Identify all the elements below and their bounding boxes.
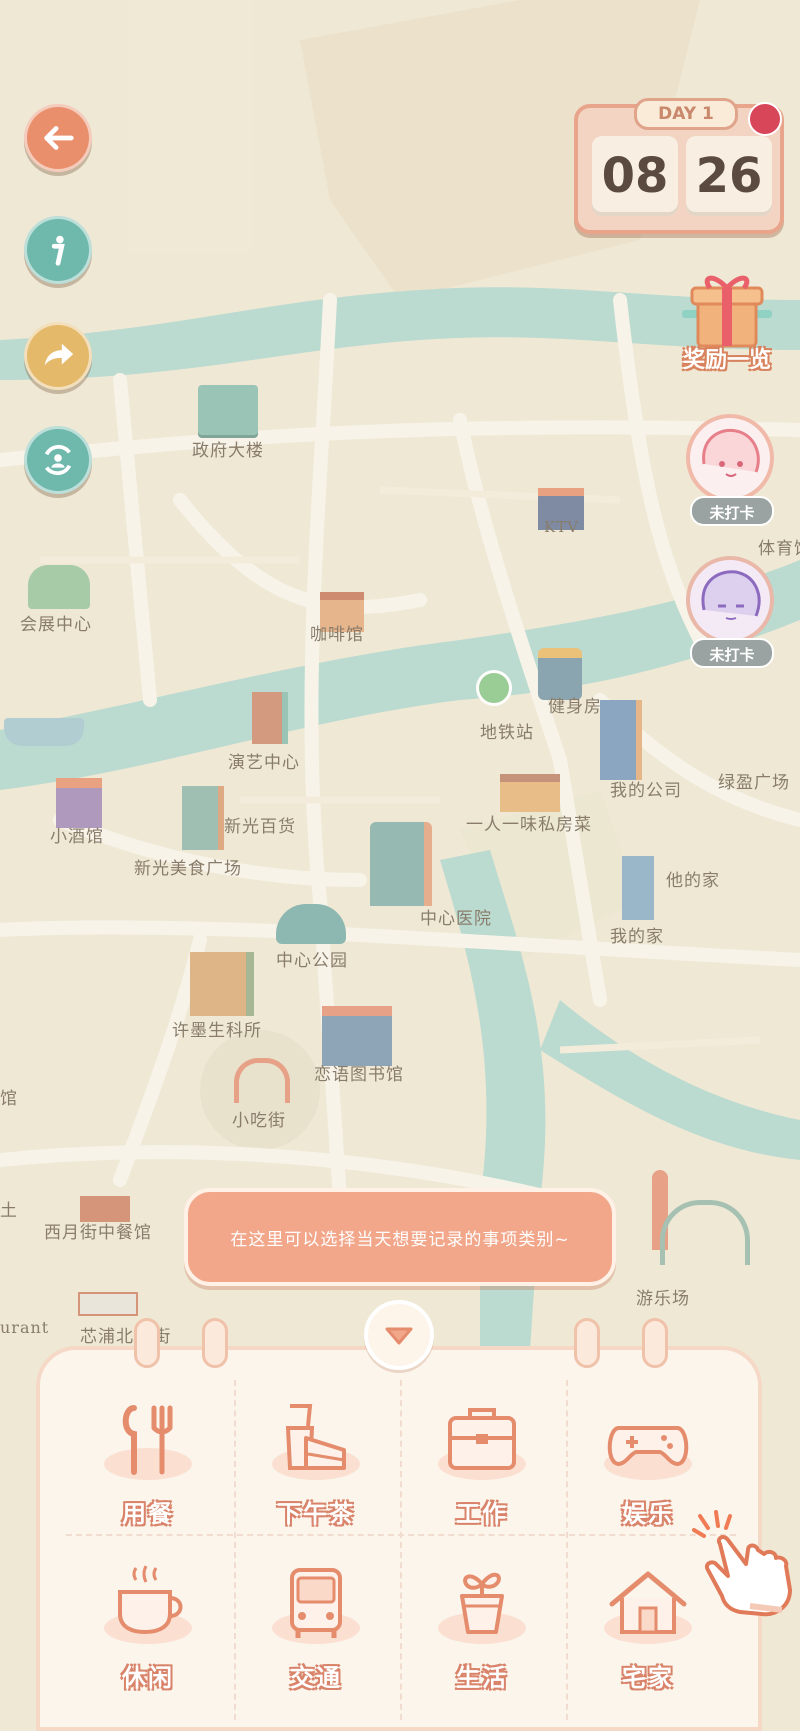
checkin-status: 未打卡 [690,496,774,526]
category-life[interactable]: 生活 [402,1548,562,1708]
category-hint-bubble: 在这里可以选择当天想要记录的事项类别~ [184,1188,616,1286]
arrow-left-icon [44,126,74,150]
category-label: 生活 [456,1664,508,1692]
info-button[interactable] [24,216,92,284]
reward-overview-button[interactable]: 奖励一览 [662,270,792,380]
house-icon [604,1571,692,1644]
potted-plant-icon [438,1572,526,1644]
coffee-cup-icon [104,1565,192,1644]
info-icon [51,235,65,266]
share-arrow-icon [44,343,74,366]
day-clock: DAY 1 08 26 [574,98,784,234]
category-dining[interactable]: 用餐 [68,1384,228,1544]
fork-spoon-icon [104,1405,192,1480]
day-label: DAY 1 [634,98,738,130]
collapse-panel-button[interactable] [364,1300,434,1370]
swap-person-icon [44,444,72,476]
briefcase-icon [438,1408,526,1480]
share-button[interactable] [24,322,92,390]
switch-character-button[interactable] [24,426,92,494]
category-label: 宅家 [622,1664,674,1692]
gift-icon [682,275,772,348]
bus-icon [272,1568,360,1644]
category-label: 休闲 [122,1664,174,1692]
binder-ring [134,1318,160,1368]
checkin-heroine[interactable]: 未打卡 [682,414,782,532]
girl-avatar-icon [686,414,774,502]
notification-dot [748,102,782,136]
chevron-down-icon [385,1327,413,1345]
category-label: 交通 [290,1664,342,1692]
reward-label: 奖励一览 [682,348,771,373]
category-transport[interactable]: 交通 [236,1548,396,1708]
binder-ring [642,1318,668,1368]
clock-minute: 26 [686,136,772,216]
category-afternoon-tea[interactable]: 下午茶 [236,1384,396,1544]
category-work[interactable]: 工作 [402,1384,562,1544]
category-label: 用餐 [122,1500,174,1528]
back-button[interactable] [24,104,92,172]
binder-ring [574,1318,600,1368]
category-label: 工作 [456,1500,508,1528]
cake-icon [272,1404,360,1480]
category-label: 下午茶 [277,1500,355,1528]
clock-hour: 08 [592,136,678,216]
binder-ring [202,1318,228,1368]
checkin-status: 未打卡 [690,638,774,668]
gamepad-icon [604,1426,692,1480]
tutorial-pointer-hand-icon [692,1510,792,1617]
boy-avatar-icon [686,556,774,644]
category-leisure[interactable]: 休闲 [68,1548,228,1708]
checkin-hero[interactable]: 未打卡 [682,556,782,674]
